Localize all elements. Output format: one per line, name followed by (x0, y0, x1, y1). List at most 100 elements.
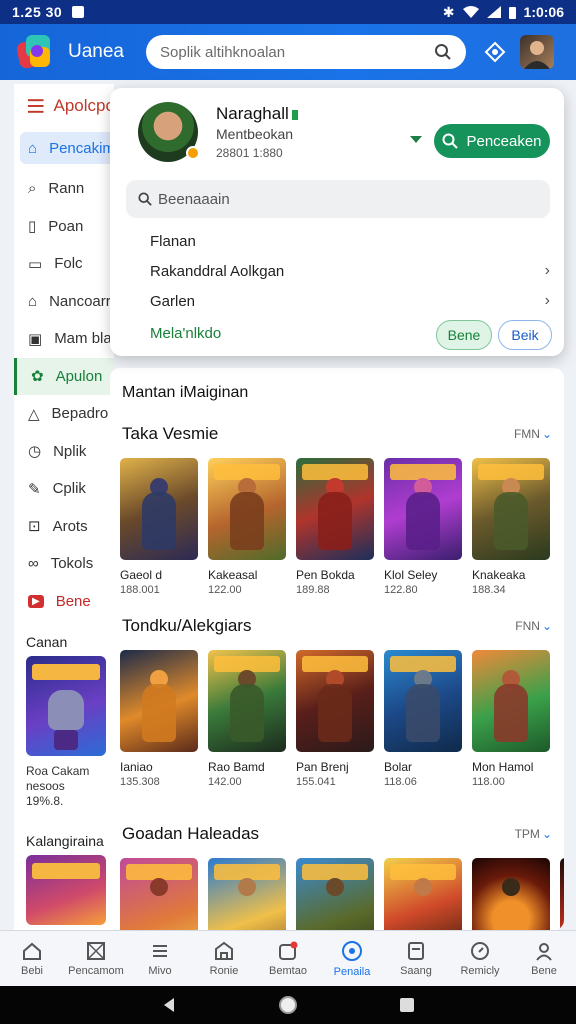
bottom-nav-label: Bebi (20, 964, 44, 977)
profile-avatar[interactable] (520, 35, 554, 69)
popup-secondary-button[interactable]: Beik (498, 320, 552, 350)
app-logo-icon[interactable] (14, 31, 56, 73)
sidebar-item-label: Nplik (53, 442, 87, 460)
sidebar-header[interactable]: Apolcpc (14, 84, 114, 128)
sidebar-item-notifications[interactable]: △ Bepadro (14, 395, 114, 433)
search-icon: ⌕ (28, 180, 37, 198)
game-art (384, 858, 462, 930)
game-meta: 155.041 (296, 776, 336, 788)
diamond-icon[interactable] (484, 41, 506, 63)
game-card[interactable]: Klol Seley 122.80 (384, 458, 462, 596)
top-search-bar[interactable] (146, 35, 466, 69)
home-circle-icon[interactable] (278, 995, 298, 1015)
game-card[interactable]: Gaeol d 188.001 (120, 458, 198, 596)
sidebar-item-box[interactable]: ⊡ Arots (14, 508, 114, 546)
back-icon[interactable] (161, 997, 177, 1013)
bottom-nav-item[interactable]: Mivo (128, 931, 192, 986)
status-bar: 1.25 30 ✱ 1:0:06 (0, 0, 576, 24)
link-icon: ∞ (28, 555, 39, 573)
sidebar-item-apps[interactable]: ✿ Apulon (14, 357, 114, 395)
sidebar-game-thumbnail-2[interactable] (26, 855, 106, 925)
game-card[interactable] (384, 858, 462, 930)
popup-avatar[interactable] (138, 102, 200, 162)
game-card[interactable] (296, 858, 374, 930)
game-name: Gaeol d (120, 568, 163, 582)
bottom-nav-item-active[interactable]: Penaila (320, 931, 384, 986)
game-card[interactable] (208, 858, 286, 930)
game-card[interactable]: Kakeasal 122.00 (208, 458, 286, 596)
game-section: Goadan Haleadas TPM ⌄ (110, 822, 564, 930)
bottom-nav-item[interactable]: Pencamom (64, 931, 128, 986)
sidebar-item-history[interactable]: ◷ Nplik (14, 433, 114, 471)
youtube-icon: ▶ (28, 594, 44, 608)
game-card[interactable]: Knakeaka 188.34 (472, 458, 550, 596)
store-icon (215, 941, 233, 960)
crosshair-icon (87, 941, 105, 960)
sidebar-item-video[interactable]: ▶ Bene (14, 583, 114, 621)
sidebar-item-home[interactable]: ⌂ Pencakim (20, 132, 114, 164)
game-art (472, 458, 550, 560)
game-card[interactable] (120, 858, 198, 930)
popup-menu-item[interactable]: Flanan (150, 226, 550, 256)
sidebar-item-edit[interactable]: ✎ Cplik (14, 470, 114, 508)
sidebar-item-monitor[interactable]: ▣ Mam blacker (14, 320, 114, 358)
game-card[interactable]: Rao Bamd 142.00 (208, 650, 286, 788)
bottom-nav-label: Penaila (333, 965, 371, 978)
game-card[interactable]: Mon Hamol 118.00 (472, 650, 550, 788)
popup-search-field[interactable]: Beenaaain (126, 180, 550, 218)
app-name: Uanea (68, 41, 124, 62)
sidebar-game-thumbnail[interactable] (26, 656, 106, 756)
game-name: Knakeaka (472, 568, 526, 582)
sidebar-item-store[interactable]: ⌂ Nancoarr (14, 283, 114, 321)
game-art (208, 650, 286, 752)
sidebar-item-label: Rann (48, 180, 85, 198)
user-name-text: Naraghall (216, 104, 289, 123)
main-title: Mantan iMaiginan (122, 384, 249, 401)
sidebar-game-meta: Roa Cakam nesoos 19%.8. (14, 764, 114, 809)
monitor-icon: ▣ (28, 330, 43, 348)
top-search-input[interactable] (160, 43, 434, 61)
bottom-nav-label: Mivo (148, 964, 172, 977)
tv-icon (408, 941, 424, 960)
bottom-nav-item[interactable]: Ronie (192, 931, 256, 986)
game-art (296, 458, 374, 560)
game-art (296, 650, 374, 752)
game-card[interactable]: Bolar 118.06 (384, 650, 462, 788)
game-card[interactable] (560, 858, 564, 930)
bottom-nav-label: Ronie (209, 964, 239, 977)
sidebar-item-label: Tokols (50, 555, 94, 573)
bottom-nav-item[interactable]: Remicly (448, 931, 512, 986)
game-card[interactable]: Pen Bokda 189.88 (296, 458, 374, 596)
sidebar-item-label: Bepadro (51, 405, 109, 423)
sidebar-game-sub: nesoos (26, 779, 65, 793)
game-name: Pan Brenj (296, 760, 349, 774)
section-more-link[interactable]: FMN ⌄ (514, 427, 552, 441)
menu-icon[interactable] (28, 99, 44, 113)
bottom-nav-item[interactable]: Bemtao (256, 931, 320, 986)
section-more-link[interactable]: TPM ⌄ (515, 827, 552, 841)
section-more-link[interactable]: FNN ⌄ (515, 619, 552, 633)
game-card[interactable] (472, 858, 550, 930)
target-icon (342, 940, 362, 961)
game-card[interactable]: Ianiao 135.308 (120, 650, 198, 788)
sidebar-item-folder[interactable]: ▭ Folc (14, 245, 114, 283)
bottom-nav-item[interactable]: Saang (384, 931, 448, 986)
sidebar-item-links[interactable]: ∞ Tokols (14, 545, 114, 583)
bottom-nav-item[interactable]: Bebi (0, 931, 64, 986)
bell-icon: △ (28, 405, 40, 423)
popup-search-button[interactable]: Penceaken (434, 124, 550, 158)
battery-icon (508, 6, 516, 19)
popup-primary-button[interactable]: Bene (436, 320, 492, 350)
game-card[interactable]: Pan Brenj 155.041 (296, 650, 374, 788)
search-icon[interactable] (434, 43, 452, 61)
popup-menu-item[interactable]: Rakanddral Aolkgan › (150, 256, 550, 286)
home-icon: ⌂ (28, 139, 38, 157)
bottom-nav-label: Pencamom (68, 964, 124, 977)
popup-menu-item[interactable]: Garlen › (150, 286, 550, 316)
recents-icon[interactable] (399, 997, 415, 1013)
person-icon (536, 942, 552, 961)
sidebar-item-bookmarks[interactable]: ▯ Poan (14, 208, 114, 246)
bottom-nav-item[interactable]: Bene (512, 931, 576, 986)
chevron-down-icon[interactable] (410, 136, 422, 143)
sidebar-item-search[interactable]: ⌕ Rann (14, 170, 114, 208)
